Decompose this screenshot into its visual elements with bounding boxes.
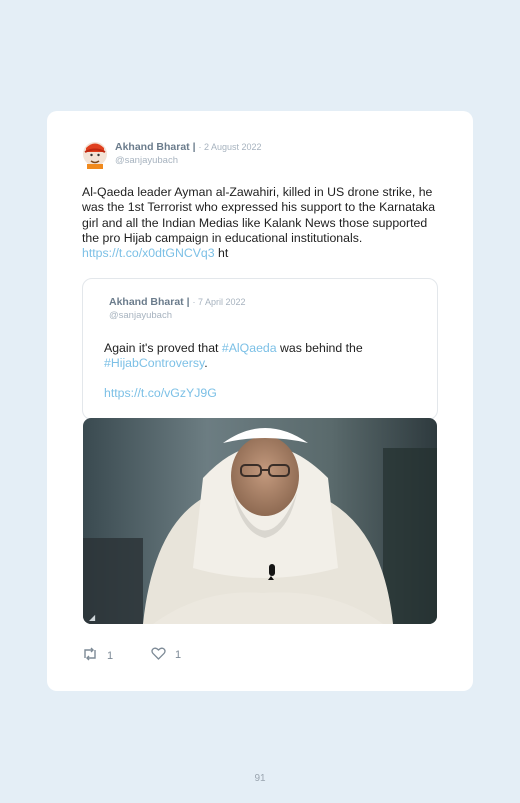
quoted-author-line: Akhand Bharat | · 7 April 2022	[109, 296, 246, 308]
tweet-card: Akhand Bharat | · 2 August 2022 @sanjayu…	[47, 111, 473, 691]
page-number: 91	[254, 773, 266, 784]
retweet-icon[interactable]	[82, 647, 98, 664]
quoted-tweet[interactable]: Akhand Bharat | · 7 April 2022 @sanjayub…	[82, 278, 438, 420]
quoted-text-middle: was behind the	[280, 341, 363, 355]
quoted-text-before: Again it's proved that	[104, 341, 219, 355]
retweet-count: 1	[107, 649, 114, 662]
quoted-text: Again it's proved that #AlQaeda was behi…	[104, 341, 424, 372]
like-action[interactable]: 1	[151, 647, 181, 663]
quoted-url[interactable]: https://t.co/vGzYJ9G	[104, 386, 217, 400]
quoted-author-name[interactable]: Akhand Bharat	[109, 296, 184, 308]
author-handle[interactable]: @sanjayubach	[115, 155, 178, 166]
quoted-date[interactable]: · 7 April 2022	[192, 297, 245, 307]
quoted-text-after: .	[204, 356, 208, 371]
tweet-text-body: Al-Qaeda leader Ayman al-Zawahiri, kille…	[82, 185, 436, 245]
hashtag-alqaeda[interactable]: #AlQaeda	[222, 341, 277, 355]
tweet-date[interactable]: · 2 August 2022	[198, 142, 261, 152]
tweet-link[interactable]: https://t.co/x0dtGNCVq3	[82, 246, 215, 260]
hashtag-hijabcontroversy[interactable]: #HijabControversy	[104, 356, 204, 370]
tweet-text: Al-Qaeda leader Ayman al-Zawahiri, kille…	[82, 185, 444, 261]
quoted-author-handle[interactable]: @sanjayubach	[109, 310, 172, 321]
tweet-trailing-text: ht	[218, 246, 229, 261]
author-line: Akhand Bharat | · 2 August 2022	[115, 141, 262, 153]
quoted-author-separator: |	[186, 296, 190, 308]
like-count: 1	[175, 649, 182, 661]
author-separator: |	[192, 141, 196, 153]
avatar[interactable]	[82, 139, 108, 169]
retweet-action[interactable]: 1	[82, 647, 113, 664]
media-image[interactable]: ◢	[83, 418, 437, 624]
author-name[interactable]: Akhand Bharat	[115, 141, 190, 153]
heart-icon[interactable]	[151, 647, 166, 663]
svg-text:◢: ◢	[89, 613, 96, 622]
